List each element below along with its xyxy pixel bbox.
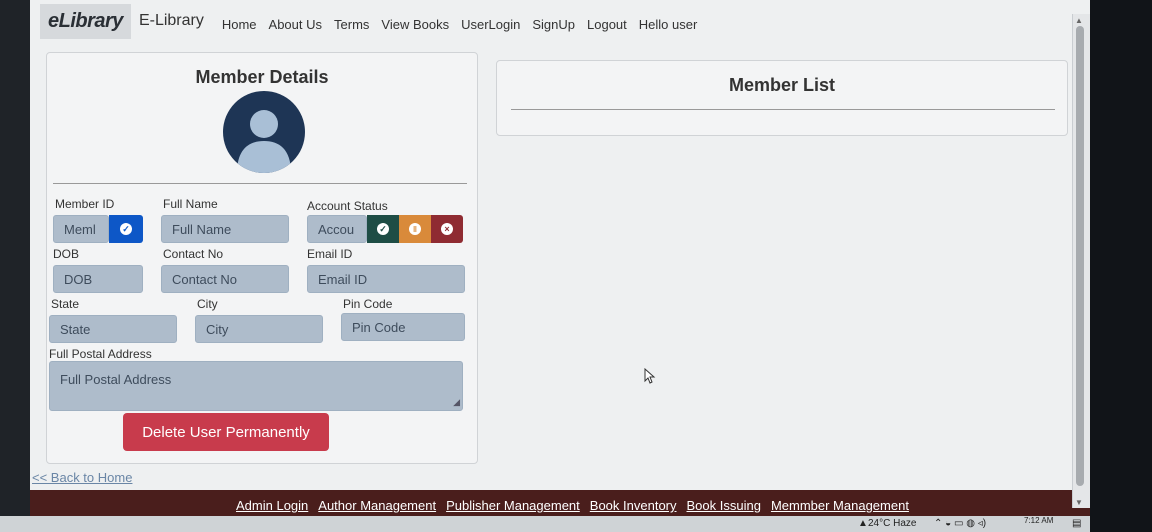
nav-links: Home About Us Terms View Books UserLogin… — [222, 17, 697, 32]
nav-terms-link[interactable]: Terms — [334, 17, 369, 32]
contact-no-input[interactable]: Contact No — [161, 265, 289, 293]
nav-about-link[interactable]: About Us — [269, 17, 322, 32]
member-list-divider — [511, 109, 1055, 110]
scroll-down-icon[interactable]: ▼ — [1075, 498, 1085, 507]
postal-address-label: Full Postal Address — [49, 347, 152, 361]
full-name-label: Full Name — [163, 197, 218, 211]
member-id-input[interactable]: Meml — [53, 215, 109, 243]
clock-text[interactable]: 7:12 AM — [1024, 516, 1053, 525]
monitor-bezel — [1090, 0, 1152, 532]
weather-icon[interactable]: ▲ — [858, 518, 868, 529]
footer-book-issuing-link[interactable]: Book Issuing — [687, 498, 761, 513]
full-name-input[interactable]: Full Name — [161, 215, 289, 243]
nav-user-login-link[interactable]: UserLogin — [461, 17, 520, 32]
pin-code-label: Pin Code — [343, 297, 393, 311]
back-to-home-link[interactable]: << Back to Home — [32, 470, 132, 485]
brand-name[interactable]: E-Library — [139, 12, 204, 30]
footer-publisher-management-link[interactable]: Publisher Management — [446, 498, 580, 513]
notification-icon[interactable]: ▤ — [1072, 518, 1081, 529]
city-input[interactable]: City — [195, 315, 323, 343]
nav-logout-link[interactable]: Logout — [587, 17, 627, 32]
city-label: City — [197, 297, 218, 311]
postal-address-textarea[interactable]: Full Postal Address ◢ — [49, 361, 463, 411]
email-id-label: Email ID — [307, 247, 353, 261]
member-id-label: Member ID — [55, 197, 115, 211]
close-circle-icon: × — [441, 223, 453, 235]
weather-text[interactable]: 24°C Haze — [868, 518, 916, 529]
account-status-label: Account Status — [307, 199, 388, 213]
details-divider — [53, 183, 467, 184]
scroll-up-icon[interactable]: ▲ — [1075, 16, 1085, 25]
state-label: State — [51, 297, 80, 311]
dob-label: DOB — [53, 247, 80, 261]
navbar: eLibrary E-Library Home About Us Terms V… — [40, 0, 1090, 42]
resize-grip-icon[interactable]: ◢ — [453, 397, 460, 408]
state-input[interactable]: State — [49, 315, 177, 343]
postal-address-placeholder: Full Postal Address — [60, 372, 172, 387]
member-list-card: Member List — [496, 60, 1068, 136]
os-taskbar: ▲ 24°C Haze ⌃ ◒ ▭ ◍ ◃) 7:12 AM ▤ — [0, 516, 1100, 532]
dob-input[interactable]: DOB — [53, 265, 143, 293]
footer-member-management-link[interactable]: Memmber Management — [771, 498, 909, 513]
nav-signup-link[interactable]: SignUp — [532, 17, 575, 32]
brand-logo[interactable]: eLibrary — [40, 3, 131, 39]
scroll-thumb[interactable] — [1076, 26, 1084, 486]
check-circle-icon: ✓ — [377, 223, 389, 235]
member-details-title: Member Details — [195, 67, 329, 87]
pending-status-button[interactable]: ǁ — [399, 215, 431, 243]
nav-home-link[interactable]: Home — [222, 17, 257, 32]
member-details-card: Member Details Member ID Full Name Accou… — [46, 52, 478, 464]
pin-code-input[interactable]: Pin Code — [341, 313, 465, 341]
nav-view-books-link[interactable]: View Books — [381, 17, 449, 32]
nav-hello-user[interactable]: Hello user — [639, 17, 698, 32]
footer-admin-login-link[interactable]: Admin Login — [236, 498, 308, 513]
deactivate-status-button[interactable]: × — [431, 215, 463, 243]
email-id-input[interactable]: Email ID — [307, 265, 465, 293]
account-status-input[interactable]: Accou — [307, 215, 367, 243]
footer-book-inventory-link[interactable]: Book Inventory — [590, 498, 677, 513]
contact-no-label: Contact No — [163, 247, 224, 261]
member-avatar — [223, 91, 305, 173]
go-button[interactable]: ✓ — [109, 215, 143, 243]
pause-circle-icon: ǁ — [409, 223, 421, 235]
member-list-title: Member List — [728, 75, 836, 95]
activate-status-button[interactable]: ✓ — [367, 215, 399, 243]
mouse-cursor-icon — [644, 368, 656, 384]
footer-author-management-link[interactable]: Author Management — [318, 498, 436, 513]
check-circle-icon: ✓ — [120, 223, 132, 235]
browser-viewport: eLibrary E-Library Home About Us Terms V… — [30, 0, 1090, 532]
system-tray-icons[interactable]: ⌃ ◒ ▭ ◍ ◃) — [934, 518, 986, 529]
delete-user-button[interactable]: Delete User Permanently — [123, 413, 329, 451]
